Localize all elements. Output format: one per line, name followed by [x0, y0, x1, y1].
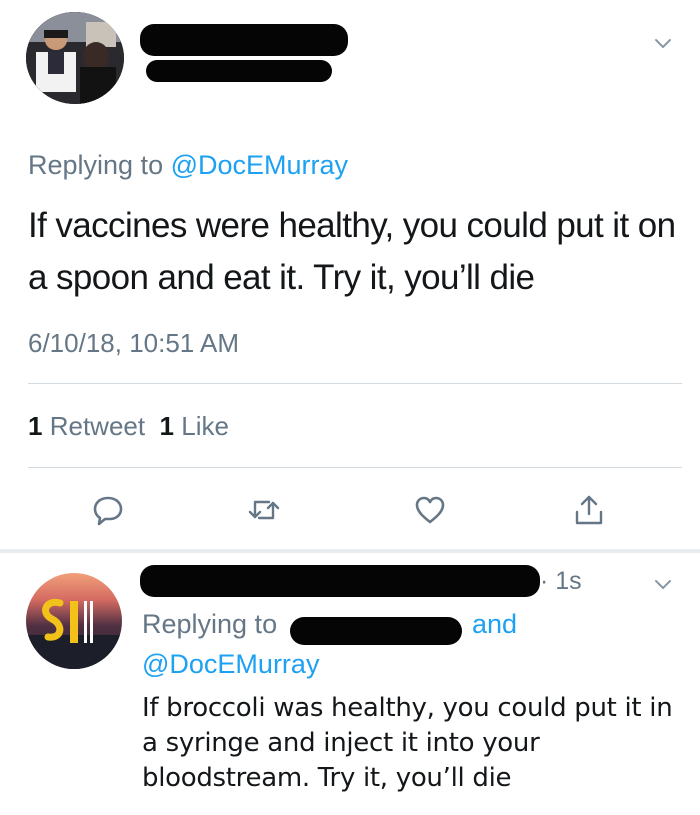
redacted-handle — [290, 617, 462, 645]
and-link[interactable]: and — [472, 609, 517, 640]
redacted-name — [140, 565, 540, 597]
avatar-logo — [26, 598, 122, 669]
chevron-down-icon[interactable] — [654, 34, 672, 52]
reply-time[interactable]: · 1s — [540, 567, 582, 596]
redacted-name — [140, 24, 348, 56]
retweet-icon — [248, 500, 280, 520]
replying-prefix: Replying to — [28, 150, 164, 180]
reply-tweet[interactable]: · 1s Replying to and @DocEMurray If broc… — [0, 553, 700, 815]
reply-handle-link[interactable]: @DocEMurray — [171, 150, 348, 180]
tweet-text: If vaccines were healthy, you could put … — [28, 206, 676, 297]
main-tweet: Replying to @DocEMurray If vaccines were… — [0, 0, 700, 549]
divider — [28, 467, 682, 468]
like-count[interactable]: 1 — [160, 411, 174, 441]
engagement-counts: 1 Retweet 1 Like — [28, 411, 229, 442]
chevron-down-icon[interactable] — [654, 575, 672, 593]
divider — [28, 383, 682, 384]
share-button[interactable] — [567, 488, 611, 532]
reply-button[interactable] — [86, 488, 130, 532]
tweet-timestamp[interactable]: 6/10/18, 10:51 AM — [28, 328, 239, 359]
reply-user-avatar[interactable] — [26, 573, 122, 669]
retweet-label[interactable]: Retweet — [50, 411, 145, 441]
reply-handle-link[interactable]: @DocEMurray — [142, 649, 319, 680]
like-icon — [415, 496, 445, 524]
tweet-text: If broccoli was healthy, you could put i… — [142, 693, 673, 793]
avatar-photo — [26, 12, 124, 104]
replying-prefix: Replying to — [142, 609, 278, 639]
replying-to: Replying to @DocEMurray — [28, 150, 348, 181]
like-label[interactable]: Like — [181, 411, 229, 441]
retweet-button[interactable] — [242, 488, 286, 532]
user-avatar[interactable] — [26, 12, 124, 104]
like-button[interactable] — [408, 488, 452, 532]
share-icon — [575, 495, 603, 525]
reply-icon — [93, 496, 123, 526]
redacted-handle — [146, 60, 332, 82]
replying-to: Replying to and — [142, 609, 517, 640]
retweet-count[interactable]: 1 — [28, 411, 42, 441]
